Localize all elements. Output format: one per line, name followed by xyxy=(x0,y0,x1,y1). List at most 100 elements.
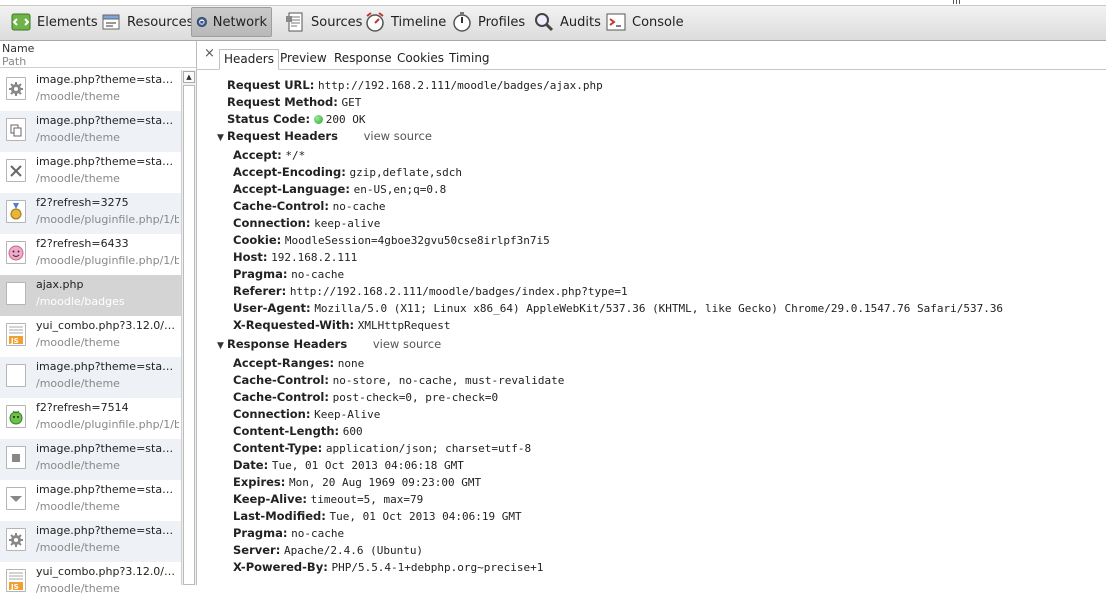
tab-timeline-label: Timeline xyxy=(391,14,447,30)
tab-elements-label: Elements xyxy=(37,14,98,30)
window-top-edge xyxy=(0,0,1106,6)
header-row: Date: Tue, 01 Oct 2013 04:06:18 GMT xyxy=(233,457,464,474)
smiley-icon xyxy=(6,241,26,264)
header-value: timeout=5, max=79 xyxy=(310,493,424,506)
console-icon xyxy=(606,13,626,31)
header-key: Cache-Control: xyxy=(233,199,329,213)
header-value: keep-alive xyxy=(314,217,381,230)
response-headers-section[interactable]: ▼ Response Headers view source xyxy=(217,336,441,355)
header-value: Mon, 20 Aug 1969 09:23:00 GMT xyxy=(289,476,482,489)
request-path: /moodle/theme xyxy=(36,541,120,554)
header-key: Server: xyxy=(233,543,281,557)
response-headers-title: Response Headers xyxy=(227,337,348,351)
request-rows: image.php?theme=standar… /moodle/theme i… xyxy=(0,70,181,603)
js-file-icon: JS xyxy=(6,323,26,346)
list-scrollbar[interactable]: ▲ xyxy=(181,70,196,585)
request-row[interactable]: image.php?theme=standar… /moodle/theme xyxy=(0,70,181,111)
tab-resources[interactable]: Resources xyxy=(96,7,197,37)
header-row: Pragma: no-cache xyxy=(233,266,344,283)
blank-file-icon xyxy=(6,364,26,387)
tab-elements[interactable]: Elements xyxy=(6,7,102,37)
header-row: Connection: keep-alive xyxy=(233,215,380,232)
tab-network-label: Network xyxy=(212,14,267,30)
request-row[interactable]: image.php?theme=standar… /moodle/theme xyxy=(0,521,181,562)
request-name: image.php?theme=standar… xyxy=(36,114,179,127)
header-row: X-Requested-With: XMLHttpRequest xyxy=(233,317,451,334)
header-key: Accept-Encoding: xyxy=(233,165,346,179)
resize-grip[interactable] xyxy=(953,0,961,4)
request-path: /moodle/badges xyxy=(36,295,125,308)
network-icon xyxy=(196,16,207,28)
response-view-source-link[interactable]: view source xyxy=(373,337,441,351)
header-key: Referer: xyxy=(233,284,287,298)
copy-icon xyxy=(6,118,26,141)
tab-headers[interactable]: Headers xyxy=(219,49,279,70)
request-headers-section[interactable]: ▼ Request Headers view source xyxy=(217,128,432,147)
timeline-icon xyxy=(366,12,384,32)
request-name: f2?refresh=3275 xyxy=(36,196,129,209)
header-value: no-cache xyxy=(291,527,345,540)
scroll-up-icon[interactable]: ▲ xyxy=(183,71,195,83)
tab-network[interactable]: Network xyxy=(191,7,272,37)
header-value: Mozilla/5.0 (X11; Linux x86_64) AppleWeb… xyxy=(314,302,1004,315)
detail-tab-bar: × Headers Preview Response Cookies Timin… xyxy=(197,41,1106,70)
request-path: /moodle/pluginfile.php/1/bad xyxy=(36,213,179,226)
tab-sources[interactable]: Sources xyxy=(280,7,366,37)
request-row[interactable]: image.php?theme=standar… /moodle/theme xyxy=(0,480,181,521)
tab-profiles[interactable]: Profiles xyxy=(447,7,529,37)
expand-triangle-icon: ▼ xyxy=(217,341,224,351)
header-key: Content-Type: xyxy=(233,441,323,455)
list-column-header[interactable]: Name Path xyxy=(0,41,196,68)
header-value: 192.168.2.111 xyxy=(271,251,358,264)
request-row[interactable]: f2?refresh=6433 /moodle/pluginfile.php/1… xyxy=(0,234,181,275)
header-row: Connection: Keep-Alive xyxy=(233,406,380,423)
close-icon[interactable]: × xyxy=(204,46,215,61)
header-value: no-cache xyxy=(291,268,345,281)
header-key: Host: xyxy=(233,250,268,264)
tab-audits[interactable]: Audits xyxy=(529,7,605,37)
request-name: image.php?theme=standar… xyxy=(36,524,179,537)
request-name: yui_combo.php?3.12.0/attr… xyxy=(36,565,179,578)
status-code-line: Status Code: 200 OK xyxy=(227,111,365,128)
tab-sources-label: Sources xyxy=(311,14,363,30)
request-row[interactable]: image.php?theme=standar… /moodle/theme xyxy=(0,357,181,398)
request-row[interactable]: image.php?theme=standar… /moodle/theme xyxy=(0,111,181,152)
request-path: /moodle/pluginfile.php/1/bad xyxy=(36,254,179,267)
request-name: ajax.php xyxy=(36,278,84,291)
request-row[interactable]: image.php?theme=standar… /moodle/theme xyxy=(0,439,181,480)
status-code-value: 200 OK xyxy=(325,113,366,126)
tab-timeline[interactable]: Timeline xyxy=(360,7,450,37)
header-row: Host: 192.168.2.111 xyxy=(233,249,357,266)
tab-response[interactable]: Response xyxy=(330,49,396,70)
tab-console[interactable]: Console xyxy=(601,7,688,37)
request-row[interactable]: f2?refresh=3275 /moodle/pluginfile.php/1… xyxy=(0,193,181,234)
header-value: */* xyxy=(285,149,306,162)
request-path: /moodle/theme xyxy=(36,172,120,185)
tab-audits-label: Audits xyxy=(560,14,601,30)
request-row-selected[interactable]: ajax.php /moodle/badges xyxy=(0,275,181,316)
header-row: User-Agent: Mozilla/5.0 (X11; Linux x86_… xyxy=(233,300,1003,317)
request-view-source-link[interactable]: view source xyxy=(364,129,432,143)
request-path: /moodle/theme xyxy=(36,459,120,472)
request-path: /moodle/theme xyxy=(36,582,120,595)
request-path: /moodle/theme xyxy=(36,90,120,103)
tab-cookies[interactable]: Cookies xyxy=(393,49,448,70)
request-row[interactable]: image.php?theme=standar… /moodle/theme xyxy=(0,152,181,193)
tab-timing[interactable]: Timing xyxy=(445,49,494,70)
header-key: X-Requested-With: xyxy=(233,318,355,332)
header-key: Pragma: xyxy=(233,526,288,540)
request-name: f2?refresh=6433 xyxy=(36,237,129,250)
request-url-key: Request URL: xyxy=(227,78,315,92)
header-value: http://192.168.2.111/moodle/badges/index… xyxy=(289,285,628,298)
request-row[interactable]: JS yui_combo.php?3.12.0/esc… /moodle/the… xyxy=(0,316,181,357)
gear-icon xyxy=(6,528,26,551)
scrollbar-thumb[interactable] xyxy=(183,85,195,585)
tab-preview[interactable]: Preview xyxy=(276,49,331,70)
request-url-line: Request URL: http://192.168.2.111/moodle… xyxy=(227,77,603,94)
request-row[interactable]: JS yui_combo.php?3.12.0/attr… /moodle/th… xyxy=(0,562,181,603)
request-row[interactable]: f2?refresh=7514 /moodle/pluginfile.php/1… xyxy=(0,398,181,439)
network-request-list: Name Path image.php?theme=standar… /mood… xyxy=(0,41,197,595)
audits-icon xyxy=(535,13,554,32)
tab-console-label: Console xyxy=(632,14,684,30)
header-key: Last-Modified: xyxy=(233,509,326,523)
